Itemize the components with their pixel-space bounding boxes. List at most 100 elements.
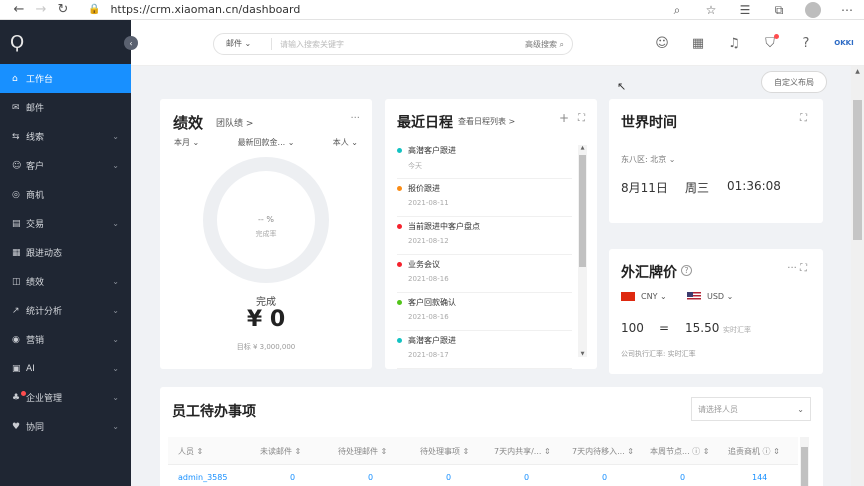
completion-ring: -- % 完成率 (203, 157, 329, 283)
filter-placeholder: 请选择人员 (698, 404, 738, 414)
table-cell[interactable]: 0 (602, 473, 607, 482)
team-performance-link[interactable]: 团队绩 > (216, 116, 253, 129)
expand-icon[interactable]: ⛶ (800, 113, 807, 124)
sidebar-item-enterprise[interactable]: ♣ 企业管理 ⌄ (0, 383, 131, 412)
person-select[interactable]: 本人 ⌄ (333, 137, 358, 148)
timezone-select[interactable]: 东八区: 北京 ⌄ (621, 154, 675, 165)
list-item[interactable]: 业务会议 2021-08-16 (397, 255, 572, 293)
column-header[interactable]: 人员 ⇕ (178, 446, 203, 457)
schedule-scrollbar[interactable]: ▲ ▼ (578, 145, 587, 357)
sidebar-item-deals[interactable]: ▤ 交易 ⌄ (0, 209, 131, 238)
scroll-down-icon[interactable]: ▼ (578, 351, 587, 357)
shield-icon[interactable]: ⛉ (752, 33, 788, 51)
status-dot (397, 186, 402, 191)
page-scrollbar[interactable]: ▲ (851, 66, 864, 486)
schedule-title: 当前跟进中客户盘点 (408, 222, 480, 231)
table-cell[interactable]: 0 (368, 473, 373, 482)
list-item[interactable]: 高潜客户跟进 今天 (397, 141, 572, 179)
sidebar-item-mail[interactable]: ✉ 邮件 (0, 93, 131, 122)
sidebar-item-collaboration[interactable]: ♥ 协同 ⌄ (0, 412, 131, 441)
sidebar-item-analytics[interactable]: ↗ 统计分析 ⌄ (0, 296, 131, 325)
table-cell[interactable]: 0 (524, 473, 529, 482)
logo-icon[interactable]: Ϙ (0, 20, 131, 64)
notification-dot (21, 391, 26, 396)
sidebar-item-workbench[interactable]: ⌂ 工作台 (0, 64, 131, 93)
sidebar-item-customers[interactable]: ☺ 客户 ⌄ (0, 151, 131, 180)
table-cell[interactable]: 0 (446, 473, 451, 482)
todo-scrollbar[interactable] (800, 437, 809, 486)
menu-more-icon[interactable]: ⋯ (830, 0, 864, 20)
sidebar-item-ai[interactable]: ▣ AI ⌄ (0, 354, 131, 383)
employee-name-link[interactable]: admin_3585 (178, 473, 227, 482)
assistant-icon[interactable]: ☺ (644, 36, 680, 51)
sidebar-item-marketing[interactable]: ◉ 营销 ⌄ (0, 325, 131, 354)
from-currency-select[interactable]: CNY ⌄ (621, 292, 667, 301)
advanced-search-button[interactable]: 高级搜索 ⌕ (525, 39, 564, 50)
sidebar-item-followups[interactable]: ▦ 跟进动态 (0, 238, 131, 267)
search-input[interactable]: 请输入搜索关键字 (280, 39, 525, 50)
sidebar-item-opportunities[interactable]: ◎ 商机 (0, 180, 131, 209)
search-scope-label: 邮件 (226, 39, 242, 48)
column-header[interactable]: 7天内共享/... ⇕ (494, 446, 551, 457)
search-scope-select[interactable]: 邮件 ⌄ (214, 38, 272, 50)
list-item[interactable]: 报价跟进 2021-08-11 (397, 179, 572, 217)
forward-icon[interactable]: → (30, 0, 52, 20)
performance-filters: 本月 ⌄ 最新回款金... ⌄ 本人 ⌄ (174, 137, 358, 148)
column-header[interactable]: 未读邮件 ⇕ (260, 446, 301, 457)
period-select[interactable]: 本月 ⌄ (174, 137, 199, 148)
sidebar-item-label: 跟进动态 (26, 249, 63, 259)
table-cell[interactable]: 0 (290, 473, 295, 482)
scrollbar-thumb[interactable] (853, 100, 862, 240)
card-controls[interactable]: ··· ⛶ (787, 263, 807, 274)
url-text[interactable]: https://crm.xiaoman.cn/dashboard (110, 3, 300, 16)
list-item[interactable]: 高潜客户跟进 2021-08-17 (397, 331, 572, 369)
list-item[interactable]: 当前跟进中客户盘点 2021-08-12 (397, 217, 572, 255)
scroll-up-icon[interactable]: ▲ (851, 68, 864, 75)
scrollbar-thumb[interactable] (801, 447, 808, 486)
completion-label: 完成率 (255, 230, 277, 238)
favorites-list-icon[interactable]: ☰ (728, 0, 762, 20)
favorite-star-icon[interactable]: ☆ (694, 0, 728, 20)
brand-logo[interactable]: OKKI (824, 39, 864, 47)
column-header[interactable]: 追责商机 ⓘ ⇕ (728, 446, 780, 457)
sidebar-item-performance[interactable]: ◫ 绩效 ⌄ (0, 267, 131, 296)
column-header[interactable]: 7天内待移入... ⇕ (572, 446, 634, 457)
bell-icon[interactable]: ♫ (716, 36, 752, 51)
custom-layout-button[interactable]: 自定义布局 (761, 71, 827, 93)
column-header[interactable]: 本周节点... ⓘ ⇕ (650, 446, 709, 457)
more-icon[interactable]: ··· (350, 113, 360, 124)
to-currency-select[interactable]: USD ⌄ (687, 292, 733, 301)
add-icon[interactable]: + (559, 111, 569, 125)
address-bar[interactable]: 🔒 https://crm.xiaoman.cn/dashboard (88, 3, 300, 16)
help-icon[interactable]: ? (788, 36, 824, 51)
table-row[interactable]: admin_3585 0 0 0 0 0 0 144 (168, 466, 798, 486)
ai-icon: ▣ (12, 363, 21, 374)
collections-icon[interactable]: ⧉ (762, 0, 796, 20)
expand-icon[interactable]: ⛶ (578, 113, 585, 124)
scroll-up-icon[interactable]: ▲ (578, 145, 587, 151)
sidebar-item-leads[interactable]: ⇆ 线索 ⌄ (0, 122, 131, 151)
schedule-title: 报价跟进 (408, 184, 440, 193)
column-header[interactable]: 待处理事项 ⇕ (420, 446, 469, 457)
global-search[interactable]: 邮件 ⌄ 请输入搜索关键字 高级搜索 ⌕ (213, 33, 573, 55)
profile-avatar[interactable] (805, 2, 821, 18)
scrollbar-thumb[interactable] (579, 155, 586, 267)
calendar-icon[interactable]: ▦ (680, 36, 716, 51)
zoom-icon[interactable]: ⌕ (660, 0, 694, 20)
rate-source: 公司执行汇率: 实时汇率 (621, 350, 696, 358)
status-dot (397, 262, 402, 267)
mail-icon: ✉ (12, 102, 20, 113)
help-icon[interactable]: ? (681, 265, 692, 276)
schedule-list-link[interactable]: 查看日程列表 > (458, 116, 515, 127)
back-icon[interactable]: ← (8, 0, 30, 20)
list-item[interactable]: 客户回款确认 2021-08-16 (397, 293, 572, 331)
table-cell[interactable]: 144 (752, 473, 767, 482)
column-header[interactable]: 待处理邮件 ⇕ (338, 446, 387, 457)
top-header: 邮件 ⌄ 请输入搜索关键字 高级搜索 ⌕ ☺ ▦ ♫ ⛉ ? OKKI (131, 20, 864, 66)
sidebar-collapse-button[interactable]: ‹ (124, 36, 138, 50)
table-cell[interactable]: 0 (680, 473, 685, 482)
metric-select[interactable]: 最新回款金... ⌄ (238, 137, 295, 148)
reload-icon[interactable]: ↻ (52, 0, 74, 20)
amount-input[interactable]: 100 (621, 321, 644, 335)
person-filter-select[interactable]: 请选择人员 ⌄ (691, 397, 811, 421)
